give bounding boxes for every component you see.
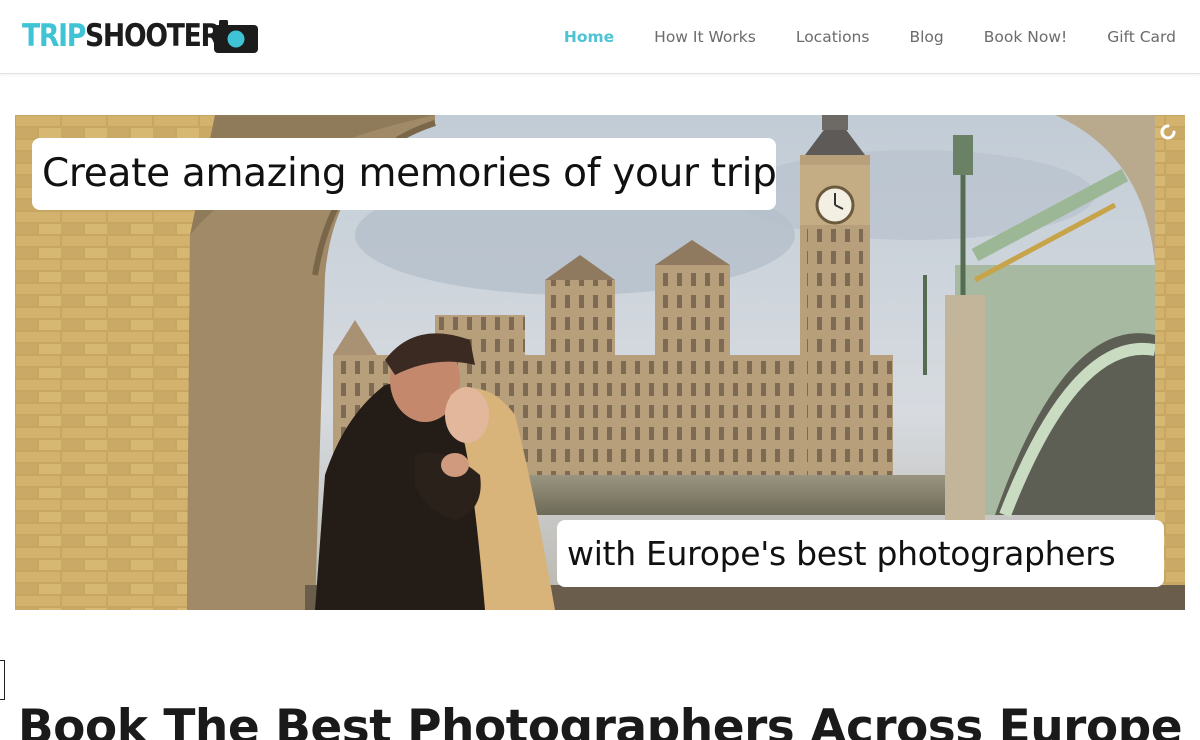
camera-icon xyxy=(214,20,258,53)
logo-text-shooter: SHOOTER xyxy=(85,18,221,54)
hero-caption-top: Create amazing memories of your trip xyxy=(32,138,777,210)
logo-text: TRIPSHOOTER xyxy=(22,16,221,56)
site-logo[interactable]: TRIPSHOOTER xyxy=(22,16,258,56)
nav-book-now[interactable]: Book Now! xyxy=(984,28,1067,46)
slider-loading-icon xyxy=(1160,124,1176,140)
logo-text-trip: TRIP xyxy=(22,18,86,54)
main-nav: Home How It Works Locations Blog Book No… xyxy=(524,0,1176,74)
nav-gift-card[interactable]: Gift Card xyxy=(1107,28,1176,46)
side-feedback-tab[interactable] xyxy=(0,660,5,700)
nav-home[interactable]: Home xyxy=(564,28,614,46)
nav-blog[interactable]: Blog xyxy=(909,28,943,46)
nav-how-it-works[interactable]: How It Works xyxy=(654,28,756,46)
hero-caption-bottom: with Europe's best photographers xyxy=(557,520,1164,587)
section-title: Book The Best Photographers Across Europ… xyxy=(17,700,1183,740)
site-header: TRIPSHOOTER Home How It Works Locations … xyxy=(0,0,1200,74)
nav-locations[interactable]: Locations xyxy=(796,28,870,46)
